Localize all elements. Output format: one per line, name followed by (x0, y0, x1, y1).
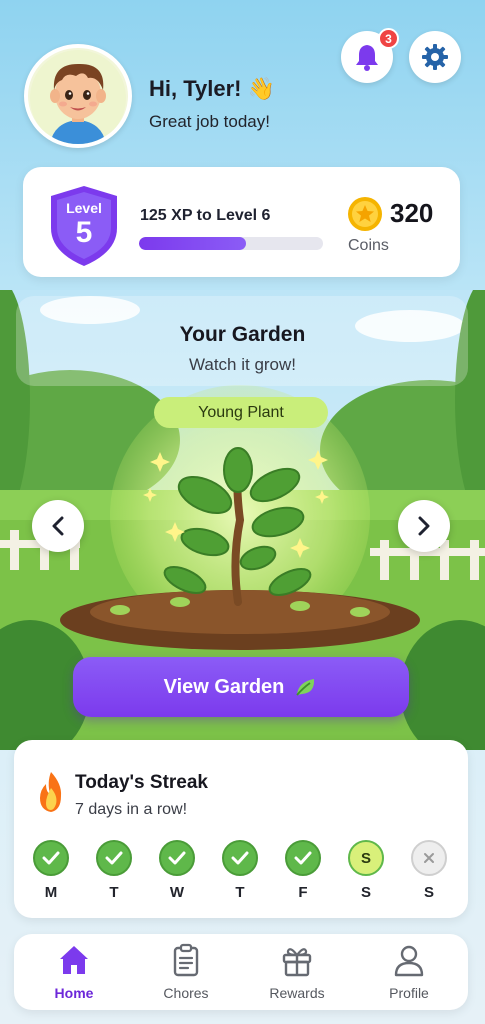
day-label: W (169, 884, 185, 901)
nav-rewards-label: Rewards (269, 985, 325, 1001)
header: Hi, Tyler! 👋 Great job today! 3 (0, 0, 485, 160)
day-label: T (235, 884, 245, 901)
level-number: 5 (75, 216, 93, 249)
greeting-subtitle: Great job today! (149, 112, 270, 131)
close-icon (411, 840, 447, 876)
garden-title: Your Garden (179, 323, 306, 346)
avatar[interactable] (24, 44, 132, 148)
chevron-left-icon (52, 516, 64, 536)
bell-icon (356, 45, 378, 71)
day-label: F (298, 884, 308, 901)
settings-button[interactable] (409, 31, 461, 83)
home-icon (60, 946, 88, 974)
level-badge: Level 5 (47, 184, 121, 250)
day-label: T (109, 884, 119, 901)
day-label: S (423, 884, 434, 901)
streak-day-mon: M (31, 840, 71, 901)
xp-progress-fill (139, 237, 246, 250)
previous-plant-button[interactable] (32, 500, 84, 552)
plant-stage-badge: Young Plant (154, 397, 328, 428)
nav-chores[interactable]: Chores (141, 942, 231, 1001)
check-icon (33, 840, 69, 876)
today-marker: S (348, 840, 384, 876)
bottom-nav: Home Chores Rewards Profile (14, 934, 468, 1010)
nav-profile[interactable]: Profile (364, 942, 454, 1001)
boy-avatar-icon (30, 50, 126, 144)
gift-icon (282, 948, 312, 977)
notification-badge: 3 (378, 28, 399, 49)
check-icon (96, 840, 132, 876)
streak-day-tue: T (94, 840, 134, 901)
flame-icon (40, 772, 62, 812)
coins-label: Coins (348, 237, 389, 254)
view-garden-label: View Garden (163, 675, 285, 698)
xp-progress-bar (139, 237, 323, 250)
nav-home-label: Home (54, 985, 94, 1001)
garden-section: Your Garden Watch it grow! Young Plant V… (0, 290, 485, 750)
gear-icon (422, 44, 448, 70)
view-garden-button[interactable]: View Garden (73, 657, 409, 717)
xp-to-next-level: 125 XP to Level 6 (140, 207, 271, 224)
coins-value: 320 (390, 198, 434, 228)
day-label: M (44, 884, 58, 901)
nav-chores-label: Chores (163, 985, 209, 1001)
chevron-right-icon (418, 516, 430, 536)
streak-day-thu: T (220, 840, 260, 901)
streak-card: Today's Streak 7 days in a row! M T W T … (14, 740, 468, 918)
person-icon (394, 945, 424, 977)
day-label: S (360, 884, 371, 901)
level-card: Level 5 125 XP to Level 6 320 Coins (23, 167, 460, 277)
check-icon (285, 840, 321, 876)
streak-subtitle: 7 days in a row! (75, 801, 188, 818)
nav-profile-label: Profile (389, 985, 429, 1001)
nav-home[interactable]: Home (29, 942, 119, 1001)
streak-day-wed: W (157, 840, 197, 901)
streak-day-sat: S S (346, 840, 386, 901)
streak-title: Today's Streak (75, 772, 208, 793)
streak-day-fri: F (283, 840, 323, 901)
check-icon (222, 840, 258, 876)
clipboard-icon (173, 943, 199, 977)
greeting: Hi, Tyler! 👋 (149, 76, 276, 101)
next-plant-button[interactable] (398, 500, 450, 552)
level-label: Level (66, 200, 102, 216)
coin-icon (348, 197, 382, 231)
leaf-icon (296, 679, 315, 696)
check-icon (159, 840, 195, 876)
garden-subtitle: Watch it grow! (188, 355, 297, 374)
streak-day-sun: S (409, 840, 449, 901)
nav-rewards[interactable]: Rewards (252, 942, 342, 1001)
